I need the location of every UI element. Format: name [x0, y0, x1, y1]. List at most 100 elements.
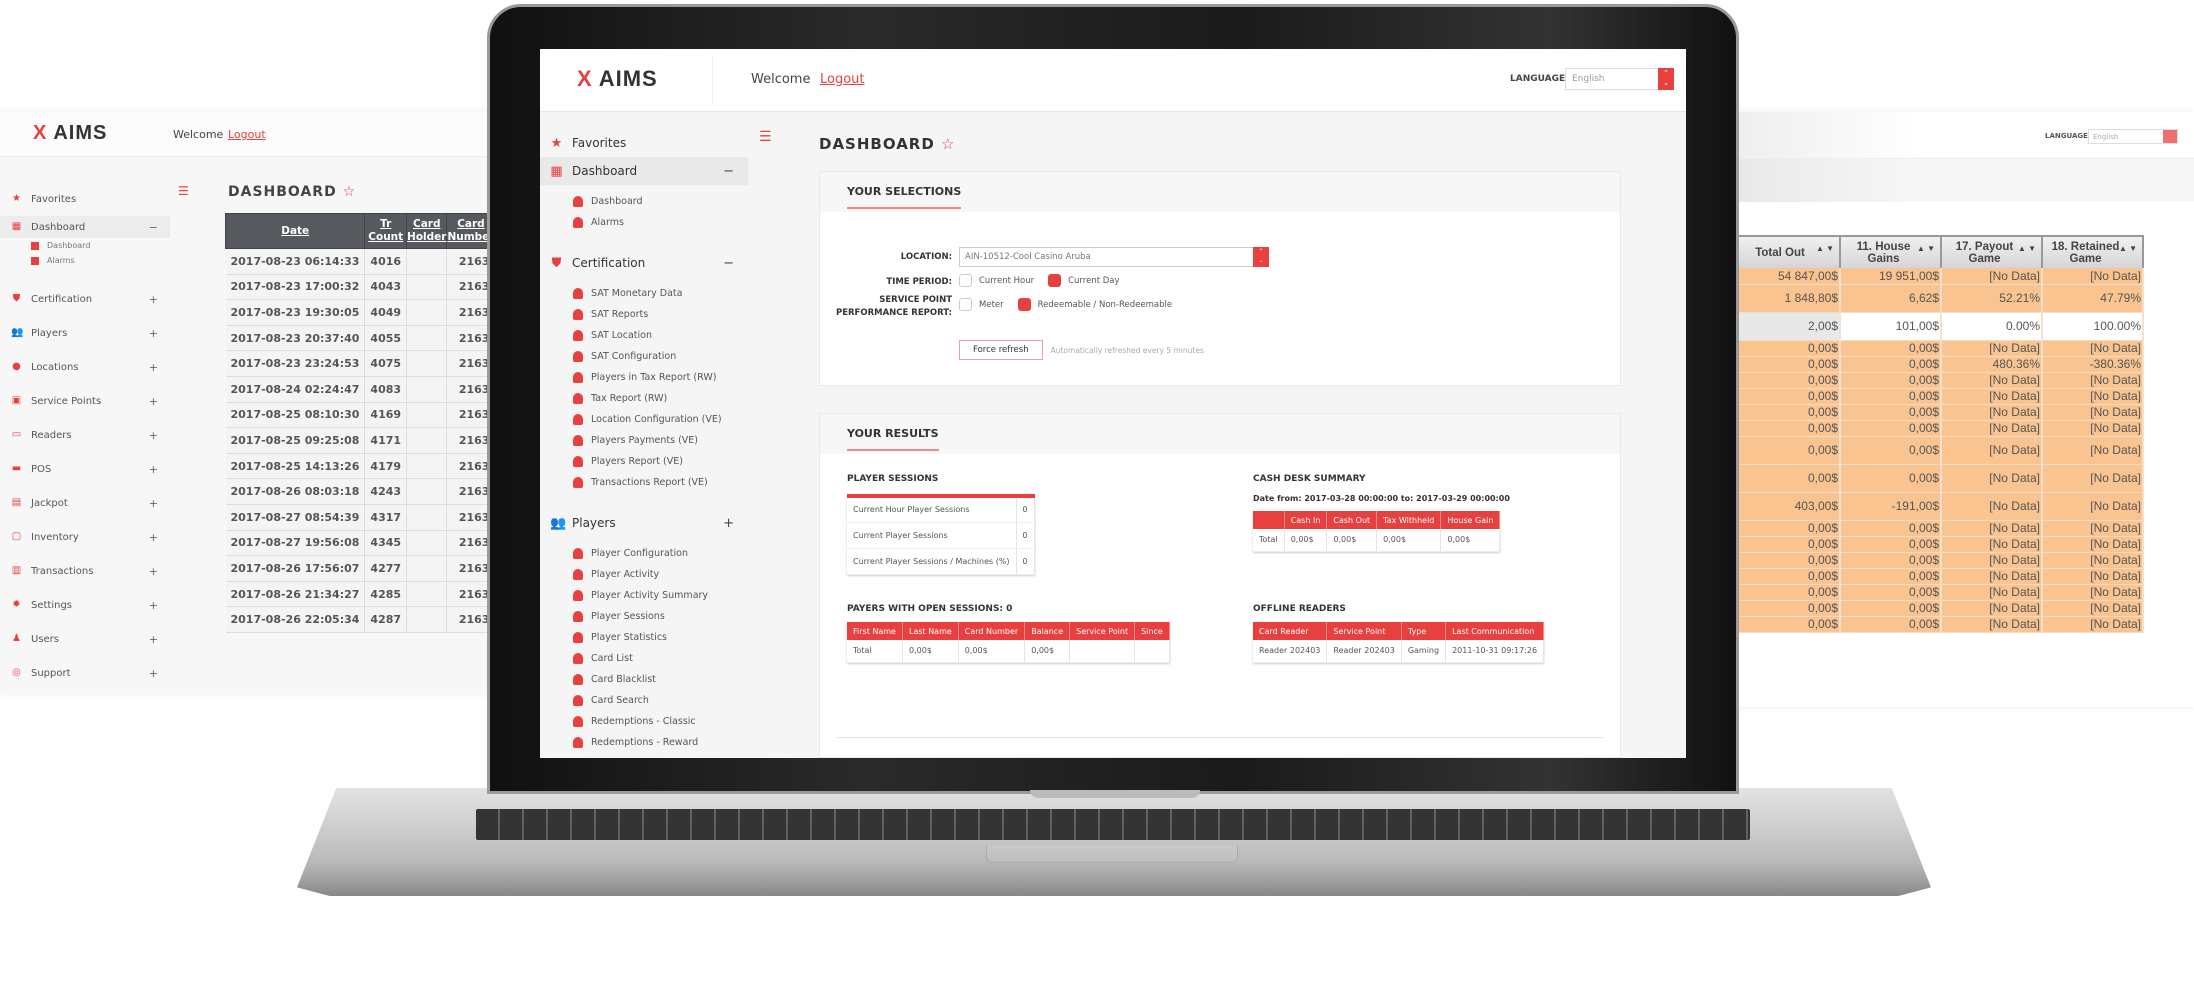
- sidebar-subitem-sat-monetary-data[interactable]: SAT Monetary Data: [540, 283, 748, 304]
- expand-icon[interactable]: +: [149, 429, 158, 442]
- column-header-18-retained-game[interactable]: 18. Retained Game ▲ ▼: [2042, 235, 2144, 268]
- table-row[interactable]: 54 847,00$ 19 951,00$ [No Data] [No Data]: [1735, 268, 2144, 285]
- table-row[interactable]: 2017-08-24 02:24:47 4083 2163: [225, 376, 490, 403]
- expand-icon[interactable]: +: [149, 633, 158, 646]
- table-row[interactable]: 2017-08-25 14:13:26 4179 2163: [225, 453, 490, 480]
- column-header-date[interactable]: Date: [224, 213, 366, 249]
- sidebar-subitem-transactions-report-ve[interactable]: Transactions Report (VE): [540, 472, 748, 493]
- sidebar-subitem-sat-configuration[interactable]: SAT Configuration: [540, 346, 748, 367]
- column-header-total-out[interactable]: Total Out ▲ ▼: [1735, 235, 1841, 268]
- column-header-17-payout-game[interactable]: 17. Payout Game ▲ ▼: [1941, 235, 2043, 268]
- expand-icon[interactable]: +: [149, 327, 158, 340]
- radio-button[interactable]: [959, 298, 972, 311]
- favorite-star-icon[interactable]: ☆: [343, 184, 357, 200]
- sidebar-item-settings[interactable]: ✹ Settings +: [0, 588, 170, 622]
- sidebar-item-users[interactable]: ♟ Users +: [0, 622, 170, 656]
- table-row[interactable]: 2017-08-23 23:24:53 4075 2163: [225, 350, 490, 377]
- sidebar-item-players[interactable]: 👥 Players +: [540, 509, 748, 537]
- sidebar-subitem-location-configuration-ve[interactable]: Location Configuration (VE): [540, 409, 748, 430]
- table-row[interactable]: 2017-08-26 17:56:07 4277 2163: [225, 555, 490, 582]
- table-row[interactable]: 0,00$ 0,00$ [No Data] [No Data]: [1735, 420, 2144, 437]
- sidebar-item-jackpot[interactable]: ▤ Jackpot +: [0, 486, 170, 520]
- expand-icon[interactable]: +: [149, 667, 158, 680]
- sidebar-item-readers[interactable]: ▭ Readers +: [0, 418, 170, 452]
- sidebar-item-favorites[interactable]: ★ Favorites: [540, 129, 748, 157]
- table-row[interactable]: 2017-08-27 19:56:08 4345 2163: [225, 530, 490, 557]
- table-row[interactable]: 2017-08-26 08:03:18 4243 2163: [225, 478, 490, 505]
- table-row[interactable]: 2017-08-23 17:00:32 4043 2163: [225, 274, 490, 301]
- radio-option-current-hour[interactable]: Current Hour: [959, 274, 1034, 287]
- sort-icon[interactable]: ▲ ▼: [2018, 245, 2036, 253]
- collapse-icon[interactable]: −: [723, 164, 734, 179]
- table-row[interactable]: 0,00$ 0,00$ 480.36% -380.36%: [1735, 356, 2144, 373]
- column-header-tr-count[interactable]: Tr Count: [364, 213, 408, 249]
- expand-icon[interactable]: +: [149, 497, 158, 510]
- logout-link[interactable]: Logout: [820, 72, 865, 87]
- table-row[interactable]: 0,00$ 0,00$ [No Data] [No Data]: [1735, 436, 2144, 465]
- expand-icon[interactable]: +: [149, 463, 158, 476]
- table-row[interactable]: 0,00$ 0,00$ [No Data] [No Data]: [1735, 372, 2144, 389]
- sidebar-subitem-player-activity[interactable]: Player Activity: [540, 564, 748, 585]
- sidebar-subitem-redemptions-reward[interactable]: Redemptions - Reward: [540, 732, 748, 753]
- table-row[interactable]: 2017-08-26 21:34:27 4285 2163: [225, 581, 490, 608]
- sidebar-subitem-player-statistics[interactable]: Player Statistics: [540, 627, 748, 648]
- column-header-card-holder[interactable]: Card Holder: [406, 213, 448, 249]
- favorite-star-icon[interactable]: ☆: [941, 135, 955, 153]
- sidebar-subitem-player-activity-summary[interactable]: Player Activity Summary: [540, 585, 748, 606]
- table-row[interactable]: 2,00$ 101,00$ 0.00% 100.00%: [1735, 312, 2144, 341]
- sidebar-item-inventory[interactable]: ▢ Inventory +: [0, 520, 170, 554]
- table-row[interactable]: 1 848,80$ 6,62$ 52.21% 47.79%: [1735, 284, 2144, 313]
- expand-icon[interactable]: +: [149, 565, 158, 578]
- table-row[interactable]: 0,00$ 0,00$ [No Data] [No Data]: [1735, 552, 2144, 569]
- expand-icon[interactable]: +: [149, 361, 158, 374]
- sidebar-item-dashboard[interactable]: ▦ Dashboard −: [540, 157, 748, 185]
- sidebar-item-dashboard[interactable]: ▦ Dashboard −: [0, 216, 170, 238]
- table-row[interactable]: 0,00$ 0,00$ [No Data] [No Data]: [1735, 536, 2144, 553]
- table-row[interactable]: 0,00$ 0,00$ [No Data] [No Data]: [1735, 404, 2144, 421]
- sidebar-subitem-redemptions-classic[interactable]: Redemptions - Classic: [540, 711, 748, 732]
- table-row[interactable]: 0,00$ 0,00$ [No Data] [No Data]: [1735, 600, 2144, 617]
- sidebar-item-certification[interactable]: ⛊ Certification −: [540, 249, 748, 277]
- table-row[interactable]: 0,00$ 0,00$ [No Data] [No Data]: [1735, 464, 2144, 493]
- table-row[interactable]: 2017-08-25 08:10:30 4169 2163: [225, 402, 490, 429]
- sort-icon[interactable]: ▲ ▼: [2119, 245, 2137, 253]
- sidebar-subitem-sat-location[interactable]: SAT Location: [540, 325, 748, 346]
- sidebar-item-transactions[interactable]: ▥ Transactions +: [0, 554, 170, 588]
- sidebar-item-pos[interactable]: ▬ POS +: [0, 452, 170, 486]
- expand-icon[interactable]: +: [149, 293, 158, 306]
- table-row[interactable]: 0,00$ 0,00$ [No Data] [No Data]: [1735, 568, 2144, 585]
- table-row[interactable]: 0,00$ 0,00$ [No Data] [No Data]: [1735, 340, 2144, 357]
- sidebar-subitem-alarms[interactable]: Alarms: [540, 212, 748, 233]
- sidebar-subitem-dashboard[interactable]: Dashboard: [0, 238, 170, 253]
- radio-button[interactable]: [1048, 274, 1062, 287]
- sidebar-item-favorites[interactable]: ★ Favorites: [0, 182, 170, 216]
- expand-icon[interactable]: +: [723, 516, 734, 531]
- expand-icon[interactable]: +: [149, 599, 158, 612]
- radio-button[interactable]: [959, 274, 972, 287]
- sidebar-subitem-sat-reports[interactable]: SAT Reports: [540, 304, 748, 325]
- sidebar-item-certification[interactable]: ⛊ Certification +: [0, 282, 170, 316]
- sidebar-subitem-card-search[interactable]: Card Search: [540, 690, 748, 711]
- sidebar-subitem-tax-report-rw[interactable]: Tax Report (RW): [540, 388, 748, 409]
- sidebar-subitem-player-configuration[interactable]: Player Configuration: [540, 543, 748, 564]
- sidebar-subitem-alarms[interactable]: Alarms: [0, 253, 170, 268]
- table-row[interactable]: 2017-08-23 06:14:33 4016 2163: [225, 248, 490, 275]
- sort-icon[interactable]: ▲ ▼: [1816, 245, 1834, 253]
- table-row[interactable]: 0,00$ 0,00$ [No Data] [No Data]: [1735, 388, 2144, 405]
- sidebar-subitem-dashboard[interactable]: Dashboard: [540, 191, 748, 212]
- menu-toggle-icon[interactable]: ☰: [178, 184, 189, 198]
- sort-icon[interactable]: ▲ ▼: [1917, 245, 1935, 253]
- expand-icon[interactable]: +: [149, 395, 158, 408]
- sidebar-item-service-points[interactable]: ▣ Service Points +: [0, 384, 170, 418]
- table-row[interactable]: 2017-08-23 19:30:05 4049 2163: [225, 299, 490, 326]
- table-row[interactable]: 0,00$ 0,00$ [No Data] [No Data]: [1735, 520, 2144, 537]
- radio-option-redeemable-non-redeemable[interactable]: Redeemable / Non-Redeemable: [1017, 298, 1172, 311]
- sidebar-item-locations[interactable]: ● Locations +: [0, 350, 170, 384]
- sidebar-item-players[interactable]: 👥 Players +: [0, 316, 170, 350]
- language-select[interactable]: English ⌃ ⌄: [1565, 68, 1674, 90]
- sidebar-subitem-player-sessions[interactable]: Player Sessions: [540, 606, 748, 627]
- sidebar-subitem-players-report-ve[interactable]: Players Report (VE): [540, 451, 748, 472]
- column-header-card-number[interactable]: Card Number: [446, 213, 490, 249]
- table-row[interactable]: 0,00$ 0,00$ [No Data] [No Data]: [1735, 584, 2144, 601]
- table-row[interactable]: 2017-08-27 08:54:39 4317 2163: [225, 504, 490, 531]
